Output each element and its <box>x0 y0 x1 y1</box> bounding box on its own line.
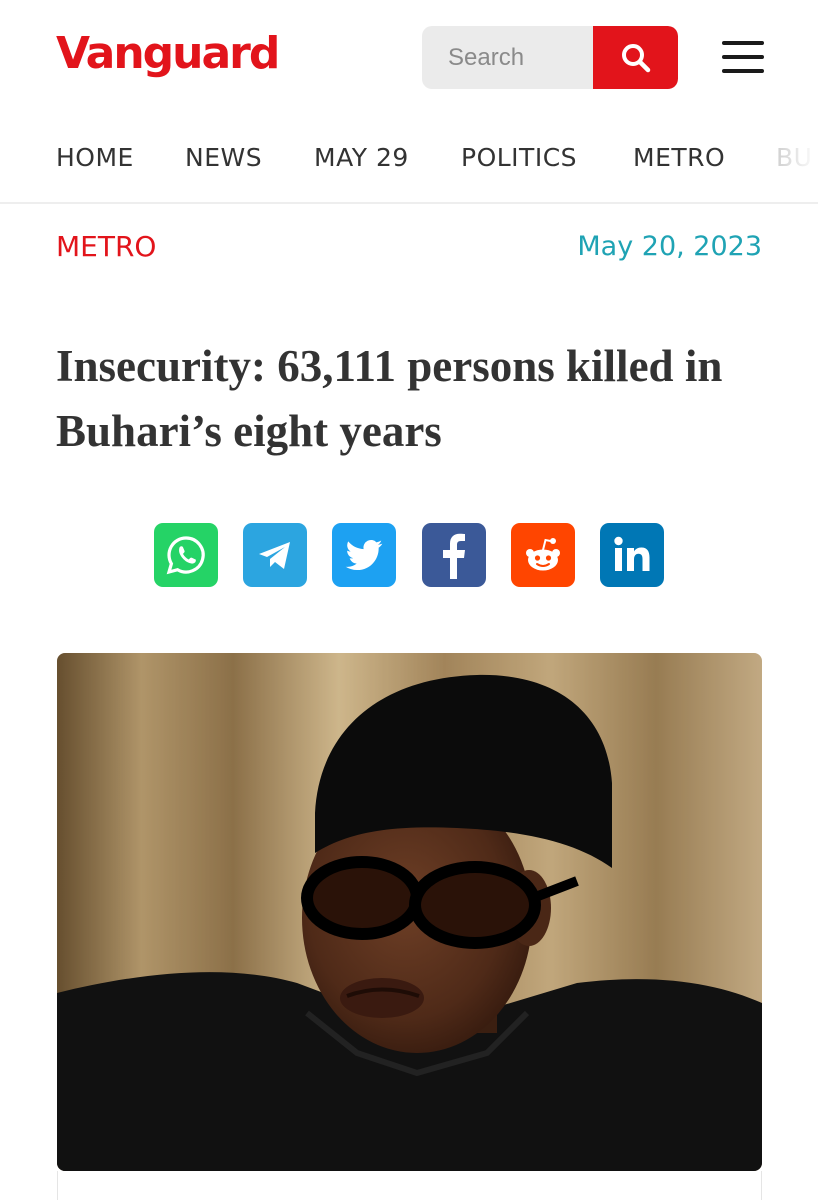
share-whatsapp-button[interactable] <box>154 523 218 587</box>
share-reddit-button[interactable] <box>511 523 575 587</box>
nav-item-may-29[interactable]: MAY 29 <box>314 130 409 186</box>
main-nav: HOME NEWS MAY 29 POLITICS METRO BU <box>0 130 818 186</box>
nav-divider <box>0 202 818 204</box>
article-date: May 20, 2023 <box>577 231 762 262</box>
share-facebook-button[interactable] <box>422 523 486 587</box>
hamburger-menu-icon[interactable] <box>722 41 764 73</box>
menu-bar <box>722 55 764 59</box>
nav-fade <box>758 130 818 186</box>
search-button[interactable] <box>593 26 678 89</box>
search-box <box>422 26 678 89</box>
article-headline: Insecurity: 63,111 persons killed in Buh… <box>56 341 723 456</box>
whatsapp-icon <box>166 536 205 575</box>
facebook-icon <box>443 533 465 579</box>
search-icon <box>621 43 650 72</box>
share-telegram-button[interactable] <box>243 523 307 587</box>
nav-item-politics[interactable]: POLITICS <box>461 130 577 186</box>
site-header: Vanguard <box>0 0 818 115</box>
share-bar <box>0 523 818 587</box>
article-photo <box>57 653 762 1171</box>
photo-card-footer <box>57 1171 762 1200</box>
portrait-illustration <box>57 653 762 1171</box>
linkedin-icon <box>614 536 650 571</box>
article-category[interactable]: METRO <box>56 226 156 268</box>
share-twitter-button[interactable] <box>332 523 396 587</box>
site-logo[interactable]: Vanguard <box>56 24 280 84</box>
nav-item-home[interactable]: HOME <box>56 130 134 186</box>
menu-bar <box>722 41 764 45</box>
reddit-icon <box>526 538 560 571</box>
share-linkedin-button[interactable] <box>600 523 664 587</box>
search-input[interactable] <box>422 26 593 89</box>
twitter-icon <box>345 539 383 571</box>
menu-bar <box>722 69 764 73</box>
nav-item-metro[interactable]: METRO <box>633 130 725 186</box>
telegram-icon <box>259 542 290 569</box>
nav-item-news[interactable]: NEWS <box>185 130 262 186</box>
